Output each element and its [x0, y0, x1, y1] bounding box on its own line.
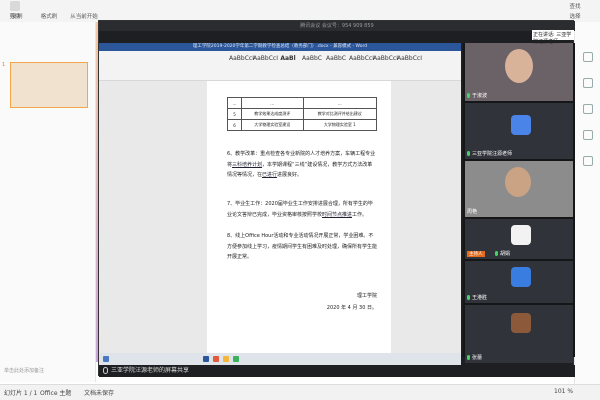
style-emphasis[interactable]: AaBbCcI: [373, 55, 398, 71]
folder-taskbar-icon: [223, 356, 229, 362]
style-no-spacing[interactable]: AaBbCcI: [253, 55, 278, 71]
style-heading-1[interactable]: AaBl: [277, 55, 299, 71]
style-heading-2[interactable]: AaBbC: [301, 55, 323, 71]
avatar: [511, 115, 531, 135]
style-strong[interactable]: AaBbCcI: [397, 55, 422, 71]
rail-tool-icon[interactable]: [583, 78, 593, 88]
mic-icon: [467, 151, 470, 156]
theme-name: Office 主题: [40, 390, 72, 397]
participant-tile[interactable]: 于淑波: [465, 43, 573, 101]
participant-video: [505, 49, 533, 83]
participant-tile[interactable]: 王港胜: [465, 261, 573, 303]
meeting-window: 腾讯会议 会议号：954 909 859 理工学院2019-2020学年第二学期…: [98, 20, 575, 377]
play-from-current-button[interactable]: 从当前开始: [64, 12, 104, 20]
background-toolbar: 剪切 复制 格式刷 从当前开始 查找 选择: [0, 0, 600, 22]
mic-icon: [467, 355, 470, 360]
signature-date: 2020 年 4 月 30 日。: [326, 305, 377, 311]
style-subtitle[interactable]: AaBbCcI: [349, 55, 374, 71]
table-row: … … …: [227, 97, 377, 109]
paragraph-7: 7、毕业生工作：2020届毕业生工作安排进展合理，所有学生的毕业论文答辩已完成，…: [227, 201, 373, 218]
table-row: 6 大学物理实验室建设 大学物理实验室 1: [227, 119, 377, 131]
zoom-level[interactable]: 101 %: [554, 388, 573, 395]
right-tool-rail: [574, 22, 600, 384]
find-button[interactable]: 查找: [560, 2, 590, 10]
participant-tile[interactable]: 三亚学院汪源老师: [465, 103, 573, 159]
avatar: [511, 313, 531, 333]
host-badge: 主持人: [467, 251, 485, 257]
save-status: 文档未保存: [84, 390, 115, 397]
paragraph-8: 8、线上Office Hour活动和专业活动情况开展正常，学业困难。不方便参加线…: [227, 233, 378, 260]
table-row: 5 教学效果达成度测评 教学对比测评并给出建议: [227, 108, 377, 120]
slide-number: 1: [2, 62, 6, 68]
avatar: [511, 225, 531, 245]
copy-button[interactable]: 复制: [2, 12, 32, 20]
word-title-bar: 理工学院2019-2020学年第二学期教学检查总结（教务部门）.docx - 兼…: [99, 43, 461, 51]
avatar: [511, 267, 531, 287]
word-ribbon: AaBbCcI AaBbCcI AaBl AaBbC AaBbC AaBbCcI…: [99, 51, 461, 81]
signature-unit: 理工学院: [356, 293, 377, 299]
speaking-indicator: 正在讲话: 三亚学院汪源老师;: [532, 30, 574, 45]
scissors-icon: [10, 1, 20, 11]
mic-icon: [467, 295, 470, 300]
participant-tile[interactable]: 周艳: [465, 161, 573, 217]
start-icon: [103, 356, 109, 362]
slide-counter: 幻灯片 1 / 1: [4, 390, 38, 397]
rail-tool-icon[interactable]: [583, 104, 593, 114]
notes-area[interactable]: 单击此处添加备注: [0, 360, 96, 382]
status-bar: 幻灯片 1 / 1 Office 主题 文档未保存 101 %: [0, 384, 600, 400]
mic-icon: [467, 93, 470, 98]
slide-thumbnail[interactable]: [10, 62, 88, 108]
participant-tile[interactable]: 主持人 胡娟: [465, 219, 573, 259]
participant-video: [505, 167, 531, 197]
app-taskbar-icon: [233, 356, 239, 362]
doc-table: … … … 5 教学效果达成度测评 教学对比测评并给出建议 6 大学物理实验室建…: [227, 97, 377, 131]
rail-tool-icon[interactable]: [583, 156, 593, 166]
mic-icon: [103, 367, 108, 374]
shared-taskbar: [99, 353, 461, 365]
format-painter-button[interactable]: 格式刷: [34, 12, 64, 20]
slide-thumbnail-panel: 1: [0, 22, 96, 382]
app-taskbar-icon: [213, 356, 219, 362]
select-button[interactable]: 选择: [560, 12, 590, 20]
meeting-title: 腾讯会议 会议号：954 909 859: [99, 21, 575, 31]
rail-tool-icon[interactable]: [583, 130, 593, 140]
screen-share-banner: 三亚学院汪源老师的屏幕共享: [99, 365, 575, 377]
word-taskbar-icon: [203, 356, 209, 362]
participant-tile[interactable]: 张蕾: [465, 305, 573, 363]
mic-icon: [495, 251, 498, 256]
rail-tool-icon[interactable]: [583, 52, 593, 62]
style-title[interactable]: AaBbC: [325, 55, 347, 71]
paragraph-6: 6、教学改革：重点检查各专业新院的人才培养方案，车辆工程专业将三科培养计划，本学…: [227, 151, 376, 178]
style-normal[interactable]: AaBbCcI: [229, 55, 254, 71]
